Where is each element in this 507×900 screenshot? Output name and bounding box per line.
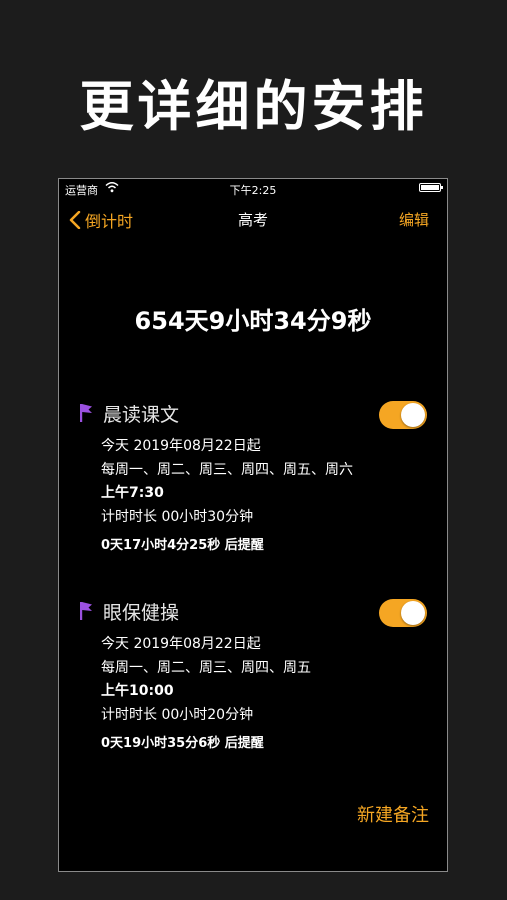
reminder-alert: 0天19小时35分6秒 后提醒: [101, 736, 264, 751]
toggle-knob: [401, 601, 425, 625]
new-note-button[interactable]: 新建备注: [357, 801, 429, 827]
chevron-left-icon: [69, 211, 81, 229]
reminder-toggle[interactable]: [379, 599, 427, 627]
phone-screen: 运营商 下午2:25 倒计时 高考 编辑 654天9小时34分9秒 晨读课文 今…: [58, 178, 448, 872]
reminder-time: 上午10:00: [101, 683, 174, 699]
flag-icon: [80, 404, 92, 422]
reminder-item: 眼保健操 今天 2019年08月22日起 每周一、周二、周三、周四、周五 上午1…: [79, 597, 439, 756]
toggle-knob: [401, 403, 425, 427]
reminder-duration: 计时时长 00小时20分钟: [101, 706, 254, 723]
reminder-alert: 0天17小时4分25秒 后提醒: [101, 538, 264, 553]
edit-button[interactable]: 编辑: [399, 209, 429, 230]
status-bar: 运营商 下午2:25: [59, 179, 447, 199]
battery-icon: [419, 183, 443, 192]
reminder-toggle[interactable]: [379, 401, 427, 429]
reminder-time: 上午7:30: [101, 485, 164, 501]
reminder-repeat: 每周一、周二、周三、周四、周五: [101, 659, 311, 676]
countdown-display: 654天9小时34分9秒: [134, 307, 372, 335]
reminder-title: 眼保健操: [103, 602, 180, 624]
flag-icon: [80, 602, 92, 620]
reminder-item: 晨读课文 今天 2019年08月22日起 每周一、周二、周三、周四、周五、周六 …: [79, 399, 439, 558]
reminder-start-date: 今天 2019年08月22日起: [101, 438, 261, 454]
reminder-repeat: 每周一、周二、周三、周四、周五、周六: [101, 461, 353, 478]
reminder-duration: 计时时长 00小时30分钟: [101, 508, 254, 525]
reminder-title: 晨读课文: [103, 404, 180, 426]
reminder-start-date: 今天 2019年08月22日起: [101, 636, 261, 652]
promo-title: 更详细的安排: [79, 75, 428, 138]
status-time: 下午2:25: [229, 184, 277, 197]
back-button[interactable]: 倒计时: [69, 208, 133, 232]
navigation-bar: 倒计时 高考 编辑: [59, 205, 447, 235]
back-button-label: 倒计时: [85, 212, 134, 231]
